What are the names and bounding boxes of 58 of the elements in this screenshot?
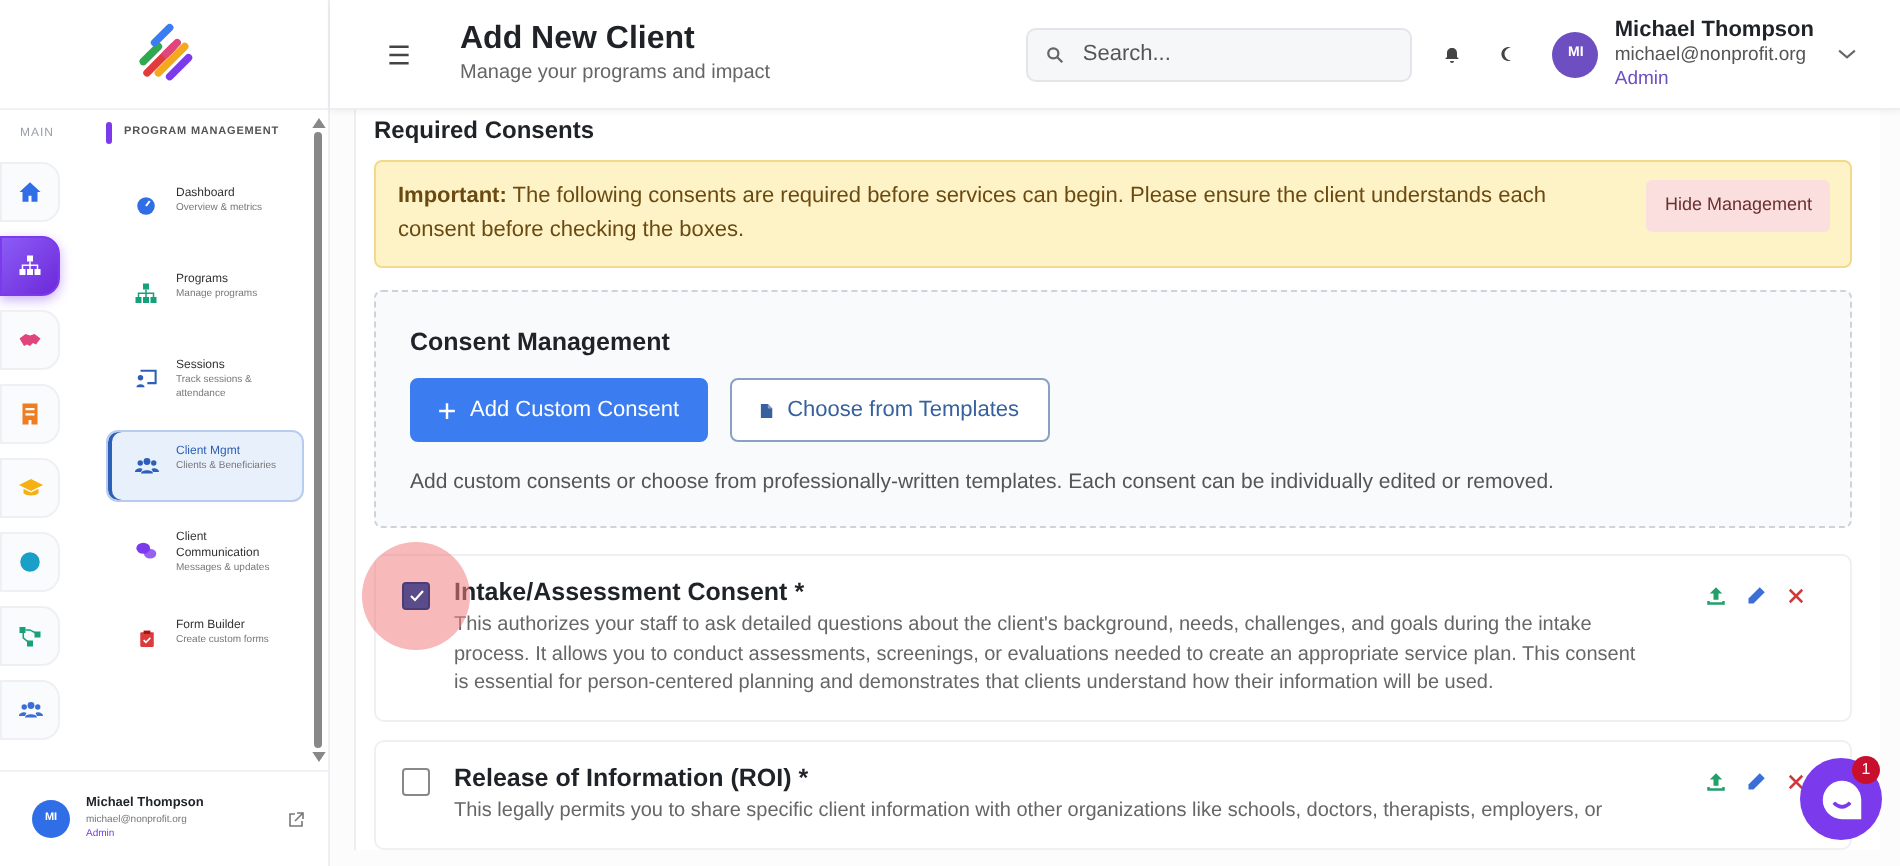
pencil-icon: [1746, 586, 1766, 606]
section-heading: Required Consents: [374, 116, 597, 146]
presentation-icon: [134, 368, 158, 390]
menu-icon: [386, 43, 412, 65]
chevron-down-icon: [1838, 48, 1856, 60]
users-icon: [133, 454, 159, 479]
upload-icon: [1706, 586, 1726, 606]
search-field[interactable]: Search...: [1026, 27, 1413, 81]
hierarchy-icon: [18, 254, 42, 278]
user-email: michael@nonprofit.org: [1614, 43, 1809, 68]
bell-icon: [1444, 45, 1461, 63]
moon-icon: [1500, 46, 1517, 62]
scroll-up-arrow-icon: [311, 118, 325, 128]
checkmark-icon: [407, 588, 425, 604]
close-icon: [1786, 771, 1806, 792]
network-icon: [18, 624, 42, 648]
rail-button[interactable]: [0, 236, 60, 296]
user-menu-button[interactable]: [1838, 48, 1856, 60]
panel-title: Consent Management: [410, 326, 672, 360]
consent-checkbox[interactable]: [402, 582, 430, 610]
consent-description: This legally permits you to share specific client information with other organizations like schools, doctors, therapists, employers, or: [454, 798, 1605, 826]
templates-button[interactable]: Choose from Templates: [729, 377, 1050, 443]
user-name: Michael Thompson: [1614, 17, 1814, 44]
consent-description: This authorizes your staff to ask detailed questions about the client's background, needs, challenges, and goals during the intake process. It allows you to conduct assessments, screenings, or evaluations needed to create an appropriate service plan. This consent is essential for person-centered planning and demonstrates that clients understand how their information will be used.: [454, 612, 1638, 699]
page-title: Add New Client: [460, 19, 697, 59]
scrollbar-thumb[interactable]: [314, 132, 322, 748]
gauge-icon: [136, 196, 156, 216]
chat-icon: [134, 540, 158, 563]
external-link-button[interactable]: [288, 811, 304, 827]
hide-management-button[interactable]: Hide Management: [1646, 180, 1830, 231]
clipboard-icon: [137, 628, 155, 651]
graduation-cap-icon: [17, 476, 43, 500]
pencil-icon: [1746, 771, 1766, 792]
alert-text: Important: The following consents are required before services can begin. Please ensure the client understands each consent before checking the boxes.: [398, 182, 1548, 245]
consent-checkbox[interactable]: [402, 767, 430, 796]
scroll-down-arrow-icon: [311, 752, 325, 762]
upload-icon: [1706, 771, 1726, 792]
consent-title: Intake/Assessment Consent *: [454, 576, 807, 609]
page-subtitle: Manage your programs and impact: [460, 60, 771, 89]
document-icon: [759, 401, 774, 419]
home-icon: [18, 180, 42, 204]
users-icon: [17, 698, 43, 722]
external-link-icon: [288, 811, 304, 827]
section-marker: [106, 122, 112, 144]
globe-icon: [18, 550, 42, 574]
theme-toggle-button[interactable]: [1500, 46, 1517, 62]
plus-icon: [438, 401, 456, 419]
add-consent-button[interactable]: Add Custom Consent: [410, 377, 708, 443]
building-icon: [18, 402, 42, 426]
consent-title: Release of Information (ROI) *: [454, 761, 811, 794]
close-icon: [1786, 586, 1806, 606]
search-icon: [1046, 45, 1065, 63]
notifications-button[interactable]: [1444, 45, 1461, 63]
menu-button[interactable]: [386, 43, 412, 65]
hierarchy-icon: [134, 282, 158, 306]
chat-bubble-icon: [1819, 777, 1863, 821]
help-text: Add custom consents or choose from professionally-written templates. Each consent can be individually edited or removed.: [410, 468, 1556, 499]
user-role: Admin: [1614, 67, 1671, 91]
